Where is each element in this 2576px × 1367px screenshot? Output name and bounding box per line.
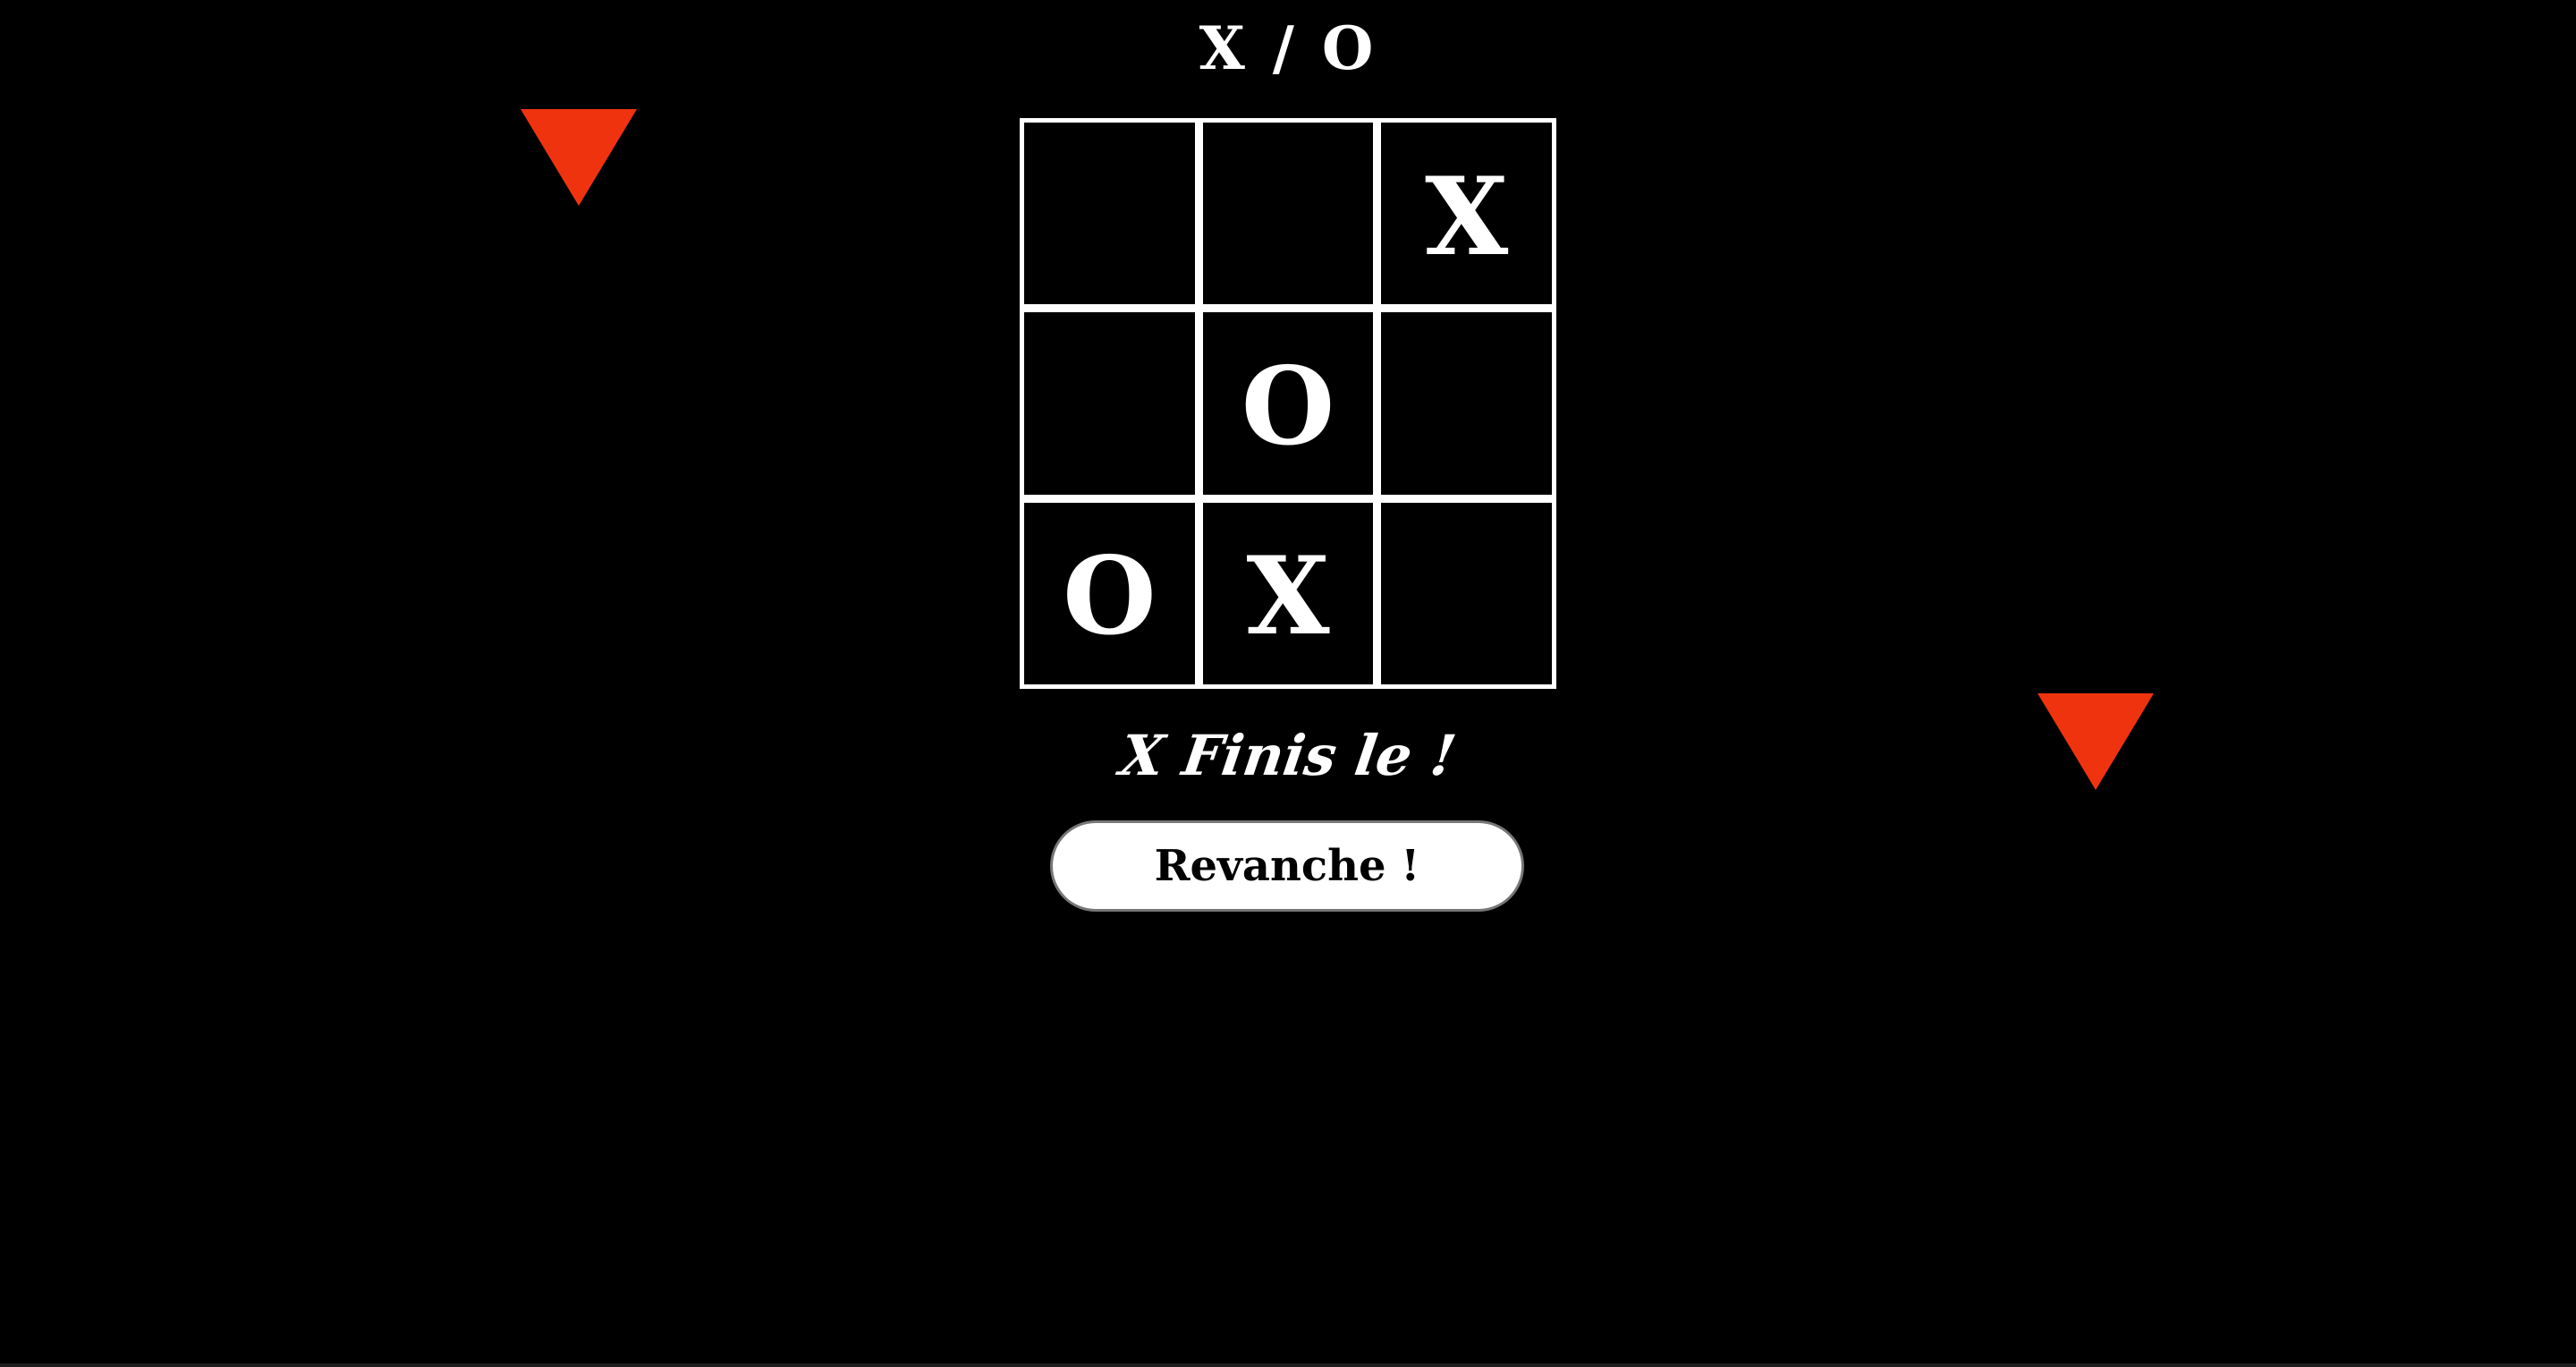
- decorative-triangle-left: [521, 109, 637, 206]
- board-cell-6[interactable]: [1381, 312, 1552, 495]
- board-cell-8[interactable]: X: [1202, 502, 1374, 684]
- board-cell-1[interactable]: [1024, 123, 1195, 305]
- board-cell-2[interactable]: [1202, 123, 1374, 305]
- cell-mark: X: [1246, 533, 1330, 660]
- game-status: X Finis le !: [1115, 723, 1461, 788]
- game-screen: X / O X O O X X Finis le ! Revanche !: [0, 0, 2576, 1367]
- board-cell-9[interactable]: [1381, 502, 1552, 684]
- rematch-button[interactable]: Revanche !: [1050, 820, 1524, 912]
- bottom-divider: [0, 1363, 2576, 1367]
- game-title: X / O: [1199, 13, 1377, 83]
- board-cell-7[interactable]: O: [1024, 502, 1195, 684]
- board-cell-4[interactable]: [1024, 312, 1195, 495]
- tic-tac-toe-board: X O O X: [1020, 118, 1556, 689]
- cell-mark: O: [1063, 533, 1157, 660]
- cell-mark: X: [1425, 153, 1509, 280]
- board-cell-3[interactable]: X: [1381, 123, 1552, 305]
- board-cell-5[interactable]: O: [1202, 312, 1374, 495]
- cell-mark: O: [1241, 343, 1335, 470]
